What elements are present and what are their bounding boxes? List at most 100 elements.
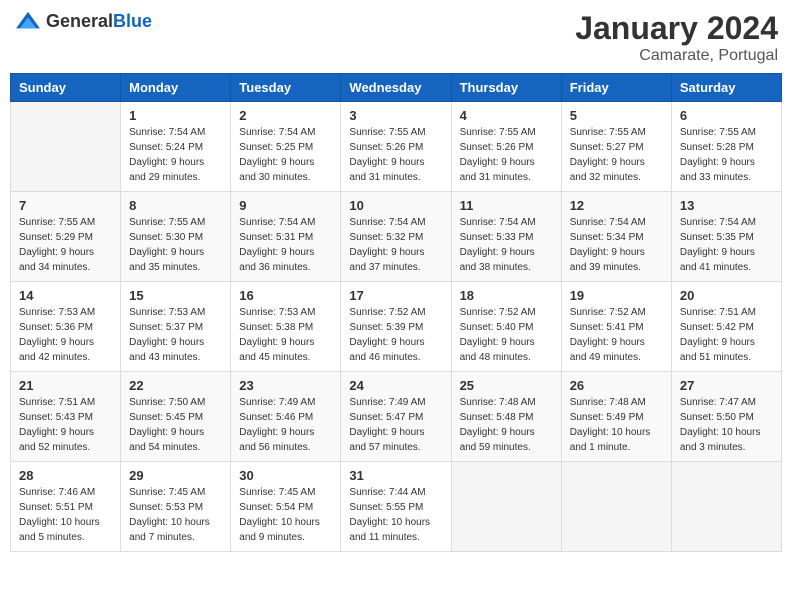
calendar-cell: 27 Sunrise: 7:47 AMSunset: 5:50 PMDayligh… xyxy=(671,372,781,462)
day-number: 20 xyxy=(680,288,773,303)
day-number: 3 xyxy=(349,108,442,123)
header-sunday: Sunday xyxy=(11,74,121,102)
day-number: 14 xyxy=(19,288,112,303)
calendar-cell: 8 Sunrise: 7:55 AMSunset: 5:30 PMDaylight… xyxy=(121,192,231,282)
day-number: 4 xyxy=(460,108,553,123)
header-saturday: Saturday xyxy=(671,74,781,102)
day-number: 24 xyxy=(349,378,442,393)
day-number: 27 xyxy=(680,378,773,393)
header-tuesday: Tuesday xyxy=(231,74,341,102)
calendar-cell: 18 Sunrise: 7:52 AMSunset: 5:40 PMDayligh… xyxy=(451,282,561,372)
calendar-cell xyxy=(561,462,671,552)
day-info: Sunrise: 7:49 AMSunset: 5:47 PMDaylight:… xyxy=(349,395,442,455)
day-info: Sunrise: 7:52 AMSunset: 5:39 PMDaylight:… xyxy=(349,305,442,365)
calendar-week-row: 21 Sunrise: 7:51 AMSunset: 5:43 PMDayligh… xyxy=(11,372,782,462)
days-header-row: Sunday Monday Tuesday Wednesday Thursday… xyxy=(11,74,782,102)
day-number: 13 xyxy=(680,198,773,213)
calendar-cell: 26 Sunrise: 7:48 AMSunset: 5:49 PMDayligh… xyxy=(561,372,671,462)
calendar-cell: 30Sunrise: 7:45 AMSunset: 5:54 PMDayligh… xyxy=(231,462,341,552)
calendar-cell: 22 Sunrise: 7:50 AMSunset: 5:45 PMDayligh… xyxy=(121,372,231,462)
day-number: 22 xyxy=(129,378,222,393)
day-number: 8 xyxy=(129,198,222,213)
day-number: 10 xyxy=(349,198,442,213)
logo-icon xyxy=(14,10,42,32)
calendar-cell: 14 Sunrise: 7:53 AMSunset: 5:36 PMDayligh… xyxy=(11,282,121,372)
day-info: Sunrise: 7:53 AMSunset: 5:37 PMDaylight:… xyxy=(129,305,222,365)
header-monday: Monday xyxy=(121,74,231,102)
day-info: Sunrise: 7:54 AMSunset: 5:25 PMDaylight:… xyxy=(239,125,332,185)
month-title: January 2024 xyxy=(575,10,778,47)
day-info: Sunrise: 7:50 AMSunset: 5:45 PMDaylight:… xyxy=(129,395,222,455)
day-number: 28 xyxy=(19,468,112,483)
logo: GeneralBlue xyxy=(14,10,152,32)
calendar-week-row: 14 Sunrise: 7:53 AMSunset: 5:36 PMDayligh… xyxy=(11,282,782,372)
day-number: 7 xyxy=(19,198,112,213)
day-number: 26 xyxy=(570,378,663,393)
calendar-cell: 28 Sunrise: 7:46 AMSunset: 5:51 PMDayligh… xyxy=(11,462,121,552)
day-number: 15 xyxy=(129,288,222,303)
calendar-cell: 13Sunrise: 7:54 AMSunset: 5:35 PMDayligh… xyxy=(671,192,781,282)
calendar-cell: 15 Sunrise: 7:53 AMSunset: 5:37 PMDayligh… xyxy=(121,282,231,372)
day-info: Sunrise: 7:54 AMSunset: 5:34 PMDaylight:… xyxy=(570,215,663,275)
calendar-cell: 6Sunrise: 7:55 AMSunset: 5:28 PMDaylight… xyxy=(671,102,781,192)
calendar-cell: 12Sunrise: 7:54 AMSunset: 5:34 PMDayligh… xyxy=(561,192,671,282)
header-thursday: Thursday xyxy=(451,74,561,102)
day-number: 1 xyxy=(129,108,222,123)
day-info: Sunrise: 7:55 AMSunset: 5:29 PMDaylight:… xyxy=(19,215,112,275)
day-info: Sunrise: 7:51 AMSunset: 5:43 PMDaylight:… xyxy=(19,395,112,455)
day-info: Sunrise: 7:46 AMSunset: 5:51 PMDaylight:… xyxy=(19,485,112,545)
day-info: Sunrise: 7:52 AMSunset: 5:40 PMDaylight:… xyxy=(460,305,553,365)
calendar-week-row: 1 Sunrise: 7:54 AMSunset: 5:24 PMDaylight… xyxy=(11,102,782,192)
logo-text: GeneralBlue xyxy=(46,11,152,32)
calendar-cell: 3 Sunrise: 7:55 AMSunset: 5:26 PMDaylight… xyxy=(341,102,451,192)
day-number: 18 xyxy=(460,288,553,303)
day-info: Sunrise: 7:53 AMSunset: 5:36 PMDaylight:… xyxy=(19,305,112,365)
logo-general: General xyxy=(46,11,113,31)
day-info: Sunrise: 7:55 AMSunset: 5:26 PMDaylight:… xyxy=(349,125,442,185)
day-number: 19 xyxy=(570,288,663,303)
calendar-cell: 19 Sunrise: 7:52 AMSunset: 5:41 PMDayligh… xyxy=(561,282,671,372)
day-info: Sunrise: 7:44 AMSunset: 5:55 PMDaylight:… xyxy=(349,485,442,545)
calendar-week-row: 28 Sunrise: 7:46 AMSunset: 5:51 PMDayligh… xyxy=(11,462,782,552)
day-number: 23 xyxy=(239,378,332,393)
day-number: 16 xyxy=(239,288,332,303)
day-info: Sunrise: 7:55 AMSunset: 5:27 PMDaylight:… xyxy=(570,125,663,185)
calendar-cell: 23Sunrise: 7:49 AMSunset: 5:46 PMDayligh… xyxy=(231,372,341,462)
day-info: Sunrise: 7:51 AMSunset: 5:42 PMDaylight:… xyxy=(680,305,773,365)
day-info: Sunrise: 7:54 AMSunset: 5:33 PMDaylight:… xyxy=(460,215,553,275)
day-number: 11 xyxy=(460,198,553,213)
calendar-cell: 31 Sunrise: 7:44 AMSunset: 5:55 PMDayligh… xyxy=(341,462,451,552)
location-title: Camarate, Portugal xyxy=(575,47,778,65)
calendar-cell: 17 Sunrise: 7:52 AMSunset: 5:39 PMDayligh… xyxy=(341,282,451,372)
calendar-cell: 24 Sunrise: 7:49 AMSunset: 5:47 PMDayligh… xyxy=(341,372,451,462)
day-number: 31 xyxy=(349,468,442,483)
calendar-cell xyxy=(11,102,121,192)
day-info: Sunrise: 7:53 AMSunset: 5:38 PMDaylight:… xyxy=(239,305,332,365)
calendar-cell: 20 Sunrise: 7:51 AMSunset: 5:42 PMDayligh… xyxy=(671,282,781,372)
calendar-cell: 25Sunrise: 7:48 AMSunset: 5:48 PMDayligh… xyxy=(451,372,561,462)
header: GeneralBlue January 2024 Camarate, Portu… xyxy=(10,10,782,65)
calendar-table: Sunday Monday Tuesday Wednesday Thursday… xyxy=(10,73,782,552)
calendar-cell: 21 Sunrise: 7:51 AMSunset: 5:43 PMDayligh… xyxy=(11,372,121,462)
calendar-cell: 16 Sunrise: 7:53 AMSunset: 5:38 PMDayligh… xyxy=(231,282,341,372)
calendar-cell xyxy=(451,462,561,552)
day-info: Sunrise: 7:55 AMSunset: 5:26 PMDaylight:… xyxy=(460,125,553,185)
calendar-week-row: 7 Sunrise: 7:55 AMSunset: 5:29 PMDaylight… xyxy=(11,192,782,282)
day-info: Sunrise: 7:48 AMSunset: 5:49 PMDaylight:… xyxy=(570,395,663,455)
day-number: 9 xyxy=(239,198,332,213)
day-number: 30 xyxy=(239,468,332,483)
day-info: Sunrise: 7:52 AMSunset: 5:41 PMDaylight:… xyxy=(570,305,663,365)
header-friday: Friday xyxy=(561,74,671,102)
day-number: 21 xyxy=(19,378,112,393)
logo-blue: Blue xyxy=(113,11,152,31)
day-number: 17 xyxy=(349,288,442,303)
calendar-cell: 11 Sunrise: 7:54 AMSunset: 5:33 PMDayligh… xyxy=(451,192,561,282)
calendar-cell: 29Sunrise: 7:45 AMSunset: 5:53 PMDayligh… xyxy=(121,462,231,552)
calendar-cell: 9Sunrise: 7:54 AMSunset: 5:31 PMDaylight… xyxy=(231,192,341,282)
calendar-cell: 10Sunrise: 7:54 AMSunset: 5:32 PMDayligh… xyxy=(341,192,451,282)
day-info: Sunrise: 7:54 AMSunset: 5:24 PMDaylight:… xyxy=(129,125,222,185)
calendar-cell: 2Sunrise: 7:54 AMSunset: 5:25 PMDaylight… xyxy=(231,102,341,192)
day-info: Sunrise: 7:47 AMSunset: 5:50 PMDaylight:… xyxy=(680,395,773,455)
day-number: 25 xyxy=(460,378,553,393)
day-info: Sunrise: 7:55 AMSunset: 5:30 PMDaylight:… xyxy=(129,215,222,275)
